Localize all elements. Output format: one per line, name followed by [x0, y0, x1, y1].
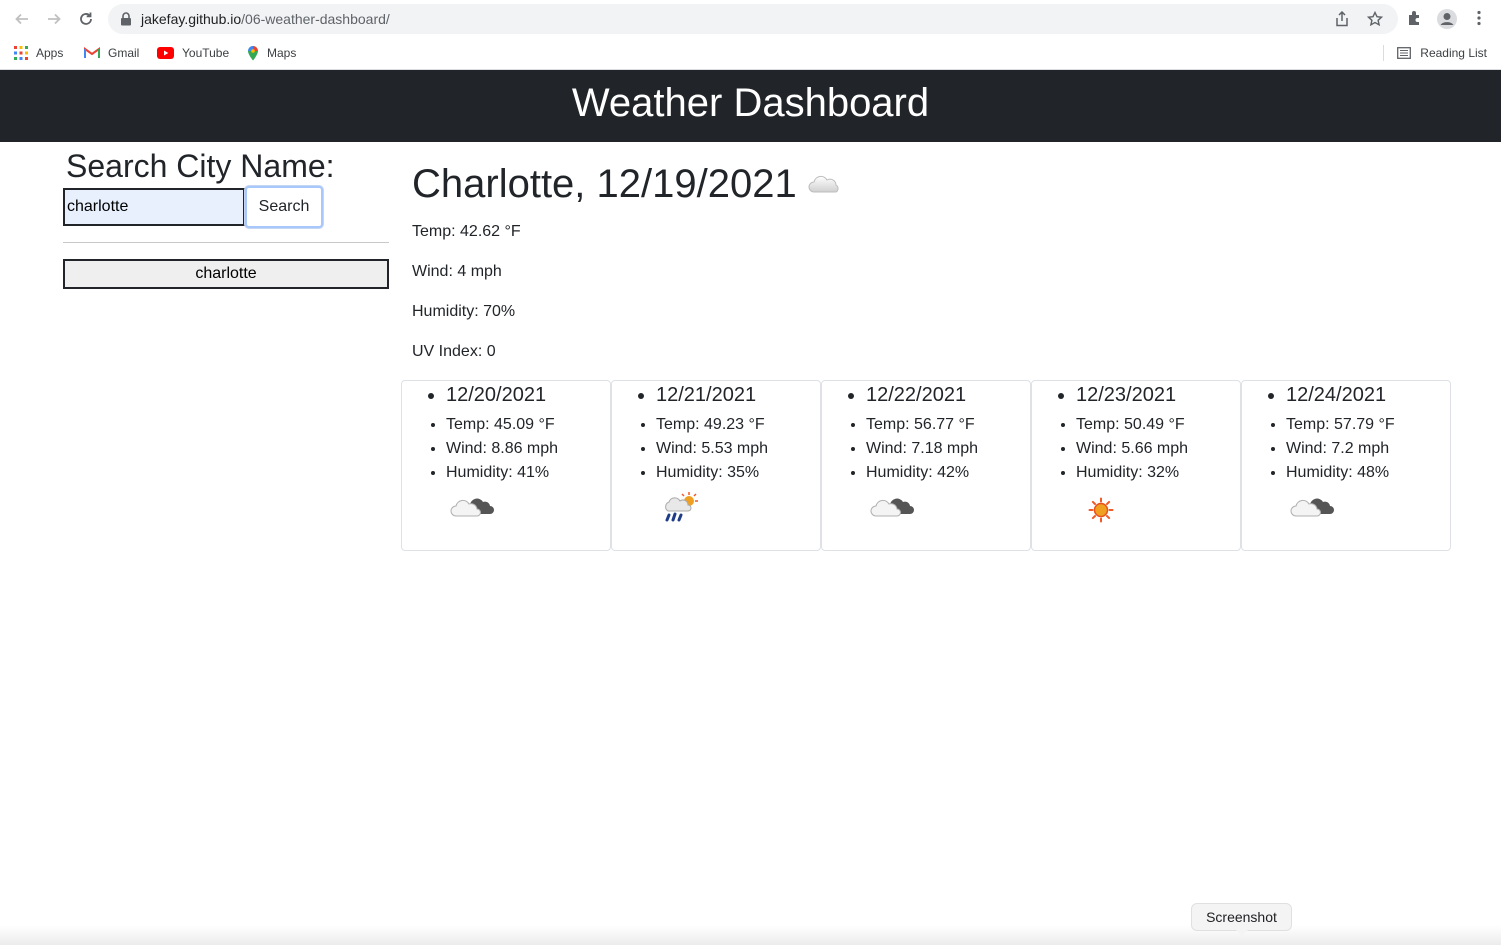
reading-list-icon — [1397, 47, 1412, 59]
forecast-card: 12/20/2021 Temp: 45.09 °F Wind: 8.86 mph… — [401, 380, 611, 551]
history-city-button[interactable]: charlotte — [63, 259, 389, 289]
bookmark-apps[interactable]: Apps — [14, 43, 63, 63]
sidebar-divider — [63, 242, 389, 243]
forecast-temp: Temp: 49.23 °F — [656, 413, 820, 437]
apps-grid-icon — [14, 46, 28, 60]
forecast-humidity: Humidity: 41% — [446, 461, 610, 485]
screenshot-tooltip: Screenshot — [1191, 903, 1292, 936]
bookmark-maps[interactable]: Maps — [247, 43, 296, 63]
forecast-wind: Wind: 5.53 mph — [656, 437, 820, 461]
cloudy-icon — [870, 491, 916, 526]
forecast-date: 12/22/2021 — [866, 383, 1030, 407]
forecast-humidity: Humidity: 35% — [656, 461, 820, 485]
search-row: Search — [63, 186, 389, 228]
gmail-icon — [84, 47, 100, 59]
kebab-menu-icon[interactable] — [1476, 9, 1482, 32]
forecast-card: 12/23/2021 Temp: 50.49 °F Wind: 5.66 mph… — [1031, 380, 1241, 551]
page-title: Weather Dashboard — [571, 81, 930, 125]
forecast-temp: Temp: 56.77 °F — [866, 413, 1030, 437]
url-text[interactable]: jakefay.github.io/06-weather-dashboard/ — [141, 11, 390, 27]
current-uv-index: UV Index: 0 — [412, 343, 496, 360]
reading-list-label: Reading List — [1420, 46, 1487, 60]
forecast-row: 12/20/2021 Temp: 45.09 °F Wind: 8.86 mph… — [401, 380, 1452, 552]
current-city-date: Charlotte, 12/19/2021 — [412, 162, 797, 206]
forecast-humidity: Humidity: 42% — [866, 461, 1030, 485]
current-temp: Temp: 42.62 °F — [412, 223, 521, 240]
address-bar[interactable]: jakefay.github.io/06-weather-dashboard/ — [108, 4, 1398, 34]
forecast-date: 12/20/2021 — [446, 383, 610, 407]
bookmark-label: Gmail — [108, 46, 140, 60]
city-search-input[interactable] — [63, 188, 245, 226]
reload-icon[interactable] — [76, 9, 96, 29]
bookmarks-separator — [1383, 45, 1385, 61]
bookmarks-bar: Apps Gmail YouTube Maps Reading List — [0, 38, 1501, 70]
profile-avatar-icon[interactable] — [1436, 8, 1458, 35]
current-wind: Wind: 4 mph — [412, 263, 502, 280]
forecast-date: 12/21/2021 — [656, 383, 820, 407]
forecast-wind: Wind: 5.66 mph — [1076, 437, 1240, 461]
bookmark-label: Apps — [36, 46, 64, 60]
sun-icon — [1088, 497, 1114, 528]
extensions-puzzle-icon[interactable] — [1406, 9, 1424, 32]
forecast-humidity: Humidity: 48% — [1286, 461, 1450, 485]
forecast-wind: Wind: 8.86 mph — [446, 437, 610, 461]
forecast-card: 12/22/2021 Temp: 56.77 °F Wind: 7.18 mph… — [821, 380, 1031, 551]
forecast-temp: Temp: 57.79 °F — [1286, 413, 1450, 437]
forecast-temp: Temp: 50.49 °F — [1076, 413, 1240, 437]
bookmark-star-icon[interactable] — [1366, 10, 1384, 32]
cloudy-icon — [450, 491, 496, 526]
search-title: Search City Name: — [66, 148, 335, 184]
reading-list-button[interactable]: Reading List — [1383, 43, 1487, 63]
forecast-card: 12/24/2021 Temp: 57.79 °F Wind: 7.2 mph … — [1241, 380, 1451, 551]
bookmark-youtube[interactable]: YouTube — [157, 43, 229, 63]
forecast-card: 12/21/2021 Temp: 49.23 °F Wind: 5.53 mph… — [611, 380, 821, 551]
forecast-temp: Temp: 45.09 °F — [446, 413, 610, 437]
lock-icon[interactable] — [120, 12, 132, 31]
browser-toolbar: jakefay.github.io/06-weather-dashboard/ — [0, 0, 1501, 38]
forward-arrow-icon[interactable] — [44, 9, 64, 29]
youtube-icon — [157, 47, 174, 59]
cloudy-icon — [1290, 491, 1336, 526]
rain-sun-icon — [660, 491, 700, 530]
share-icon[interactable] — [1335, 10, 1349, 32]
current-humidity: Humidity: 70% — [412, 303, 516, 320]
current-weather-title: Charlotte, 12/19/2021 — [412, 158, 1452, 210]
forecast-humidity: Humidity: 32% — [1076, 461, 1240, 485]
bookmark-label: YouTube — [182, 46, 230, 60]
forecast-date: 12/24/2021 — [1286, 383, 1450, 407]
forecast-wind: Wind: 7.18 mph — [866, 437, 1030, 461]
maps-pin-icon — [247, 45, 259, 61]
forecast-wind: Wind: 7.2 mph — [1286, 437, 1450, 461]
search-button[interactable]: Search — [245, 186, 323, 228]
forecast-date: 12/23/2021 — [1076, 383, 1240, 407]
bookmark-label: Maps — [267, 46, 297, 60]
current-weather: Charlotte, 12/19/2021 Temp: 42.62 °F Win… — [412, 158, 1452, 360]
back-arrow-icon[interactable] — [12, 9, 32, 29]
page-header: Weather Dashboard — [0, 70, 1501, 142]
cloud-icon — [807, 172, 843, 196]
search-sidebar: Search City Name: Search charlotte — [63, 146, 389, 289]
bookmark-gmail[interactable]: Gmail — [84, 43, 139, 63]
